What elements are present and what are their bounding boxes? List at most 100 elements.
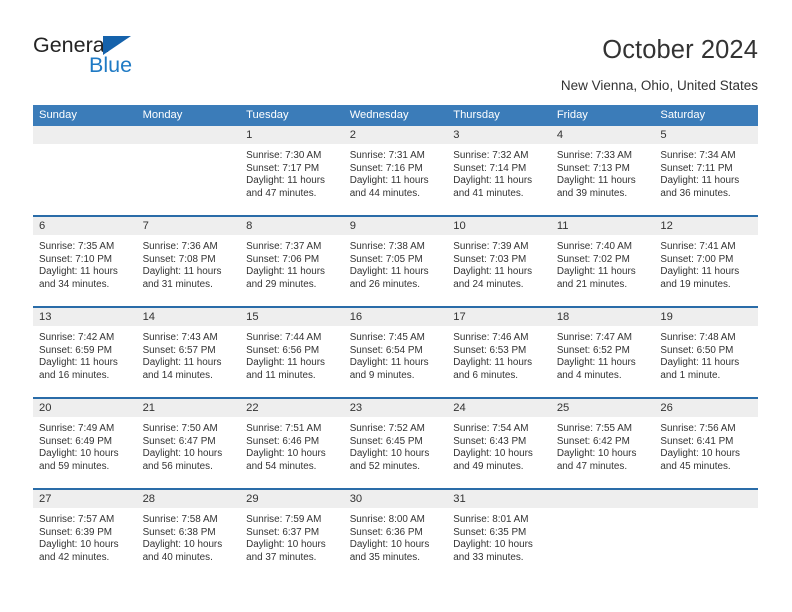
calendar-day-details: Sunrise: 7:47 AM Sunset: 6:52 PM Daylight:… [551, 326, 655, 396]
calendar-day-number: 29 [240, 490, 344, 508]
calendar-day-details: Sunrise: 7:35 AM Sunset: 7:10 PM Daylight:… [33, 235, 137, 305]
calendar-body: 1 Sunrise: 7:30 AM Sunset: 7:17 PM Daylight… [33, 126, 758, 579]
calendar-day-number: 15 [240, 308, 344, 326]
calendar-day-cell[interactable]: 18 Sunrise: 7:47 AM Sunset: 6:52 PM Dayligh… [550, 306, 655, 398]
calendar-day-cell[interactable]: 3 Sunrise: 7:32 AM Sunset: 7:14 PM Daylight… [447, 126, 551, 216]
calendar-day-cell-inner: 22 Sunrise: 7:51 AM Sunset: 6:46 PM Dayligh… [240, 399, 344, 488]
calendar-day-cell[interactable]: 28 Sunrise: 7:58 AM Sunset: 6:38 PM Dayligh… [136, 488, 241, 579]
calendar-day-cell-inner: 25 Sunrise: 7:55 AM Sunset: 6:42 PM Dayligh… [550, 399, 655, 488]
calendar-day-cell[interactable]: 13 Sunrise: 7:42 AM Sunset: 6:59 PM Dayligh… [33, 306, 137, 398]
calendar-day-cell[interactable]: 31 Sunrise: 8:01 AM Sunset: 6:35 PM Dayligh… [447, 488, 551, 579]
calendar-day-cell[interactable]: 7 Sunrise: 7:36 AM Sunset: 7:08 PM Daylight… [136, 215, 241, 307]
calendar-day-cell[interactable]: 30 Sunrise: 8:00 AM Sunset: 6:36 PM Dayligh… [343, 488, 448, 579]
calendar-day-cell[interactable]: 2 Sunrise: 7:31 AM Sunset: 7:16 PM Daylight… [343, 126, 448, 216]
calendar-day-number: 9 [343, 217, 448, 235]
calendar-day-detail-line: Sunset: 7:05 PM [349, 253, 423, 265]
calendar-day-cell[interactable]: 12 Sunrise: 7:41 AM Sunset: 7:00 PM Dayligh… [654, 215, 758, 307]
calendar-day-details: Sunrise: 7:39 AM Sunset: 7:03 PM Daylight:… [447, 235, 551, 305]
calendar-day-details: Sunrise: 7:44 AM Sunset: 6:56 PM Daylight:… [240, 326, 344, 396]
calendar-day-detail-line: and 49 minutes. [453, 460, 524, 472]
calendar-day-detail-line: and 37 minutes. [246, 551, 317, 563]
calendar-day-detail-line: Daylight: 10 hours [142, 539, 223, 551]
calendar-day-detail-line: Sunrise: 7:41 AM [660, 241, 736, 252]
calendar-day-detail-line: Sunset: 6:38 PM [142, 526, 216, 538]
calendar-day-number: 21 [136, 399, 241, 417]
calendar-day-detail-line: Sunset: 7:03 PM [453, 253, 527, 265]
calendar-day-detail-line: and 1 minute. [660, 369, 721, 381]
calendar-day-detail-line: Sunrise: 7:43 AM [142, 332, 218, 343]
calendar-day-cell-empty [136, 126, 241, 216]
calendar-week-row: 6 Sunrise: 7:35 AM Sunset: 7:10 PM Daylight… [33, 215, 758, 307]
calendar-day-detail-line: Sunrise: 8:00 AM [349, 514, 425, 525]
calendar-day-detail-line: Daylight: 11 hours [39, 357, 118, 369]
calendar-day-detail-line: and 45 minutes. [660, 460, 731, 472]
calendar-day-number: 28 [136, 490, 241, 508]
calendar-day-cell[interactable]: 8 Sunrise: 7:37 AM Sunset: 7:06 PM Daylight… [240, 215, 344, 307]
calendar-day-cell[interactable]: 16 Sunrise: 7:45 AM Sunset: 6:54 PM Dayligh… [343, 306, 448, 398]
calendar-day-cell[interactable]: 24 Sunrise: 7:54 AM Sunset: 6:43 PM Dayligh… [447, 397, 551, 489]
calendar-day-detail-line: and 42 minutes. [39, 551, 110, 563]
calendar-day-detail-line: Daylight: 11 hours [660, 357, 740, 369]
calendar-day-detail-line: Daylight: 10 hours [453, 448, 533, 460]
calendar-day-details [654, 508, 758, 578]
calendar-day-detail-line: Sunrise: 7:45 AM [349, 332, 425, 343]
calendar-day-cell[interactable]: 21 Sunrise: 7:50 AM Sunset: 6:47 PM Dayligh… [136, 397, 241, 489]
calendar-day-cell[interactable]: 5 Sunrise: 7:34 AM Sunset: 7:11 PM Daylight… [654, 126, 758, 216]
calendar-day-detail-line: and 44 minutes. [349, 187, 420, 199]
calendar-day-detail-line: Sunrise: 7:34 AM [660, 150, 736, 161]
calendar-day-cell[interactable]: 29 Sunrise: 7:59 AM Sunset: 6:37 PM Dayligh… [240, 488, 344, 579]
calendar-day-detail-line: Sunset: 7:16 PM [349, 162, 423, 174]
calendar-day-cell[interactable]: 14 Sunrise: 7:43 AM Sunset: 6:57 PM Dayligh… [136, 306, 241, 398]
calendar-day-cell[interactable]: 6 Sunrise: 7:35 AM Sunset: 7:10 PM Daylight… [33, 215, 137, 307]
calendar-day-cell[interactable]: 4 Sunrise: 7:33 AM Sunset: 7:13 PM Daylight… [550, 126, 655, 216]
calendar-day-cell-inner: 9 Sunrise: 7:38 AM Sunset: 7:05 PM Daylight… [343, 217, 448, 306]
calendar-day-cell[interactable]: 15 Sunrise: 7:44 AM Sunset: 6:56 PM Dayligh… [240, 306, 344, 398]
calendar-day-detail-line: Daylight: 11 hours [556, 266, 636, 278]
calendar-day-detail-line: Sunset: 7:10 PM [39, 253, 113, 265]
calendar-day-cell-inner: 8 Sunrise: 7:37 AM Sunset: 7:06 PM Daylight… [240, 217, 344, 306]
calendar-day-detail-line: Daylight: 11 hours [142, 357, 222, 369]
calendar-day-detail-line: Daylight: 11 hours [349, 357, 429, 369]
calendar-day-cell-inner: 16 Sunrise: 7:45 AM Sunset: 6:54 PM Dayligh… [343, 308, 448, 397]
calendar-day-cell-inner: 17 Sunrise: 7:46 AM Sunset: 6:53 PM Dayligh… [447, 308, 551, 397]
calendar-day-cell[interactable]: 25 Sunrise: 7:55 AM Sunset: 6:42 PM Dayligh… [550, 397, 655, 489]
calendar-day-cell[interactable]: 20 Sunrise: 7:49 AM Sunset: 6:49 PM Dayligh… [33, 397, 137, 489]
calendar-day-cell-inner: 23 Sunrise: 7:52 AM Sunset: 6:45 PM Dayligh… [343, 399, 448, 488]
calendar-day-detail-line: Sunrise: 7:59 AM [246, 514, 322, 525]
calendar-day-detail-line: Sunset: 6:42 PM [556, 435, 630, 447]
calendar-day-detail-line: Daylight: 10 hours [39, 539, 119, 551]
calendar-day-detail-line: Sunrise: 7:39 AM [453, 241, 529, 252]
calendar-day-cell-inner: 19 Sunrise: 7:48 AM Sunset: 6:50 PM Dayligh… [654, 308, 758, 397]
weekday-header-wednesday: Wednesday [343, 105, 448, 126]
calendar-day-cell[interactable]: 23 Sunrise: 7:52 AM Sunset: 6:45 PM Dayligh… [343, 397, 448, 489]
calendar-day-detail-line: Daylight: 10 hours [39, 448, 119, 460]
calendar-day-cell-inner: 30 Sunrise: 8:00 AM Sunset: 6:36 PM Dayligh… [343, 490, 448, 579]
weekday-header-row: Sunday Monday Tuesday Wednesday Thursday… [33, 105, 758, 126]
calendar-day-detail-line: Sunset: 6:54 PM [349, 344, 423, 356]
calendar-day-cell[interactable]: 11 Sunrise: 7:40 AM Sunset: 7:02 PM Dayligh… [550, 215, 655, 307]
calendar-day-detail-line: and 21 minutes. [556, 278, 628, 290]
calendar-day-cell[interactable]: 9 Sunrise: 7:38 AM Sunset: 7:05 PM Daylight… [343, 215, 448, 307]
calendar-day-detail-line: Sunset: 6:52 PM [556, 344, 630, 356]
calendar-day-detail-line: and 47 minutes. [246, 187, 317, 199]
calendar-day-cell[interactable]: 19 Sunrise: 7:48 AM Sunset: 6:50 PM Dayligh… [654, 306, 758, 398]
calendar-day-cell[interactable]: 27 Sunrise: 7:57 AM Sunset: 6:39 PM Dayligh… [33, 488, 137, 579]
calendar-day-detail-line: Sunrise: 7:35 AM [39, 241, 115, 252]
calendar-day-cell[interactable]: 22 Sunrise: 7:51 AM Sunset: 6:46 PM Dayligh… [240, 397, 344, 489]
calendar-day-detail-line: Daylight: 11 hours [39, 266, 118, 278]
calendar-day-detail-line: and 6 minutes. [453, 369, 519, 381]
calendar-day-details: Sunrise: 7:46 AM Sunset: 6:53 PM Daylight:… [447, 326, 551, 396]
calendar-day-detail-line: Daylight: 11 hours [660, 175, 740, 187]
calendar-day-cell[interactable]: 17 Sunrise: 7:46 AM Sunset: 6:53 PM Dayligh… [447, 306, 551, 398]
general-blue-logo[interactable]: General Blue [33, 33, 213, 85]
calendar-day-number [550, 490, 655, 508]
calendar-day-detail-line: and 56 minutes. [142, 460, 213, 472]
calendar-day-cell[interactable]: 1 Sunrise: 7:30 AM Sunset: 7:17 PM Daylight… [240, 126, 344, 216]
weekday-header-tuesday: Tuesday [240, 105, 344, 126]
calendar-day-cell[interactable]: 26 Sunrise: 7:56 AM Sunset: 6:41 PM Dayligh… [654, 397, 758, 489]
calendar-day-cell[interactable]: 10 Sunrise: 7:39 AM Sunset: 7:03 PM Dayligh… [447, 215, 551, 307]
page-subtitle-location: New Vienna, Ohio, United States [560, 78, 758, 93]
calendar-day-detail-line: Daylight: 11 hours [453, 266, 533, 278]
calendar-day-detail-line: and 11 minutes. [246, 369, 316, 381]
calendar-day-detail-line: and 19 minutes. [660, 278, 731, 290]
